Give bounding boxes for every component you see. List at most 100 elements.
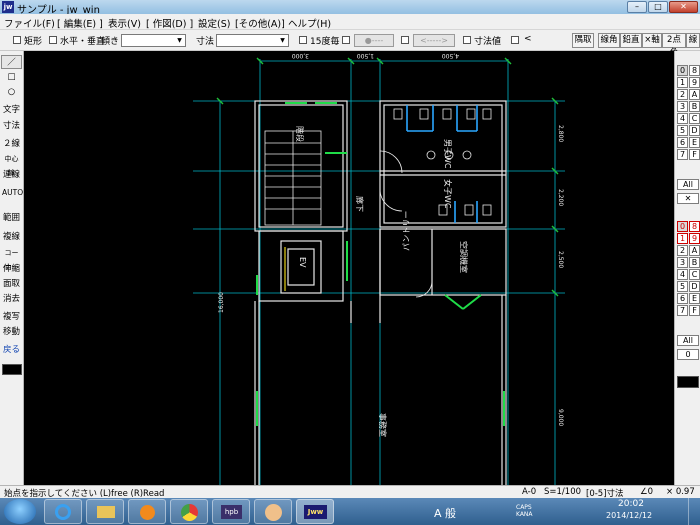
tool-text[interactable]: 文字 [1,102,22,116]
x-axis-button[interactable]: ×軸 [642,33,662,48]
menu-file[interactable]: ファイル(F) [4,16,55,30]
tool-auto[interactable]: AUTO [1,185,23,199]
tool-undo[interactable]: 戻る [1,342,22,356]
layer-t-1[interactable]: 1 [677,77,688,88]
layer-t-A[interactable]: A [689,89,700,100]
status-layer[interactable]: A-0 [522,487,536,497]
layer-t-4[interactable]: 4 [677,113,688,124]
status-angle[interactable]: ∠0 [640,487,653,497]
layer-t-E[interactable]: E [689,137,700,148]
slope-combo[interactable]: ▼ [121,34,186,47]
tool-offset[interactable]: 複線 [1,229,22,243]
menu-view[interactable]: 表示(V) [108,16,141,30]
ime-indicator[interactable]: A 般 [434,505,456,521]
layer-b-6[interactable]: 6 [677,293,688,304]
tool-stretch[interactable]: 伸縮 [1,261,22,275]
status-zoom[interactable]: × 0.97 [666,487,695,497]
layer-b-4[interactable]: 4 [677,269,688,280]
ie-icon[interactable] [44,499,82,524]
chrome-icon[interactable] [170,499,208,524]
tool-dimension[interactable]: 寸法 [1,118,22,132]
layer-b-1[interactable]: 1 [677,233,688,244]
tool-line[interactable]: ／ [1,55,22,69]
corner-button[interactable]: 隅取 [572,33,594,48]
deg15-checkbox[interactable] [299,36,307,44]
layer-b-F[interactable]: F [689,305,700,316]
tool-connect-line[interactable]: 連線 [1,167,22,181]
explorer-icon[interactable] [86,499,124,524]
layer-b-7[interactable]: 7 [677,305,688,316]
layer-t-C[interactable]: C [689,113,700,124]
layer-t-7[interactable]: 7 [677,149,688,160]
layer-t-0[interactable]: 0 [677,65,688,76]
linetype-checkbox[interactable] [342,36,350,44]
layer-color-swatch[interactable] [677,376,699,388]
layer-t-3[interactable]: 3 [677,101,688,112]
layer-t-2[interactable]: 2 [677,89,688,100]
hpb-icon[interactable]: hpb [212,499,250,524]
minimize-button[interactable]: – [627,1,647,13]
tool-center-line[interactable]: 中心線 [1,151,22,177]
layer-b-0[interactable]: 0 [677,221,688,232]
dimval-checkbox[interactable] [463,36,471,44]
layer-b-8[interactable]: 8 [689,221,700,232]
layer-t-D[interactable]: D [689,125,700,136]
media-icon[interactable] [128,499,166,524]
layer-top-all-button[interactable]: All [677,179,699,190]
character-app-icon[interactable] [254,499,292,524]
layer-b-2[interactable]: 2 [677,245,688,256]
layer-close-icon[interactable]: ✕ [677,193,699,204]
rect-checkbox[interactable] [13,36,21,44]
layer-b-B[interactable]: B [689,257,700,268]
layer-t-B[interactable]: B [689,101,700,112]
tool-rect[interactable]: □ [1,69,22,83]
jww-icon[interactable]: Jww [296,499,334,524]
layer-b-3[interactable]: 3 [677,257,688,268]
arrow-checkbox[interactable] [401,36,409,44]
layer-b-5[interactable]: 5 [677,281,688,292]
layer-t-6[interactable]: 6 [677,137,688,148]
layer-b-E[interactable]: E [689,293,700,304]
tool-double-line[interactable]: ２線 [1,136,22,150]
show-desktop-button[interactable] [688,498,700,525]
tool-circle[interactable]: ○ [1,84,22,98]
line-color-swatch[interactable] [2,364,22,375]
status-scale[interactable]: S=1/100 [544,487,581,497]
dim-combo[interactable]: ▼ [216,34,289,47]
menu-draw[interactable]: [ 作図(D) ] [146,16,193,30]
layer-b-C[interactable]: C [689,269,700,280]
tool-corner[interactable]: コーナー [1,245,22,271]
close-button[interactable]: ✕ [669,1,698,13]
two-point-angle-button[interactable]: 2点角 [662,33,686,58]
linetype-field[interactable]: ●---- [354,34,394,47]
layer-bottom-all-button[interactable]: All [677,335,699,346]
layer-b-D[interactable]: D [689,281,700,292]
layer-t-5[interactable]: 5 [677,125,688,136]
vertical-button[interactable]: 鉛直 [620,33,642,48]
menu-other[interactable]: [その他(A)] [235,16,285,30]
layer-t-9[interactable]: 9 [689,77,700,88]
layer-t-8[interactable]: 8 [689,65,700,76]
clock-date[interactable]: 2014/12/12 [606,511,652,520]
tool-erase[interactable]: 消去 [1,291,22,305]
lt-checkbox[interactable] [511,36,519,44]
maximize-button[interactable]: □ [648,1,668,13]
hv-checkbox[interactable] [49,36,57,44]
tool-copy[interactable]: 複写 [1,309,22,323]
layer-b-A[interactable]: A [689,245,700,256]
menu-settings[interactable]: 設定(S) [198,16,230,30]
tool-move[interactable]: 移動 [1,324,22,338]
start-button[interactable] [4,499,36,524]
tool-range[interactable]: 範囲 [1,210,22,224]
layer-t-F[interactable]: F [689,149,700,160]
line-button[interactable]: 線 [686,33,700,48]
arrow-field[interactable]: <-----> [413,34,455,47]
layer-b-9[interactable]: 9 [689,233,700,244]
layer-bottom-zero-button[interactable]: 0 [677,349,699,360]
clock-time[interactable]: 20:02 [618,499,644,509]
line-angle-button[interactable]: 線角 [598,33,620,48]
menu-help[interactable]: ヘルプ(H) [288,16,331,30]
drawing-canvas[interactable]: 階段 男子WC 女子WC EV パントリー 空調機室 廊下 事務室 3,000 … [25,51,674,485]
tool-chamfer[interactable]: 面取 [1,276,22,290]
menu-edit[interactable]: [ 編集(E) ] [57,16,103,30]
